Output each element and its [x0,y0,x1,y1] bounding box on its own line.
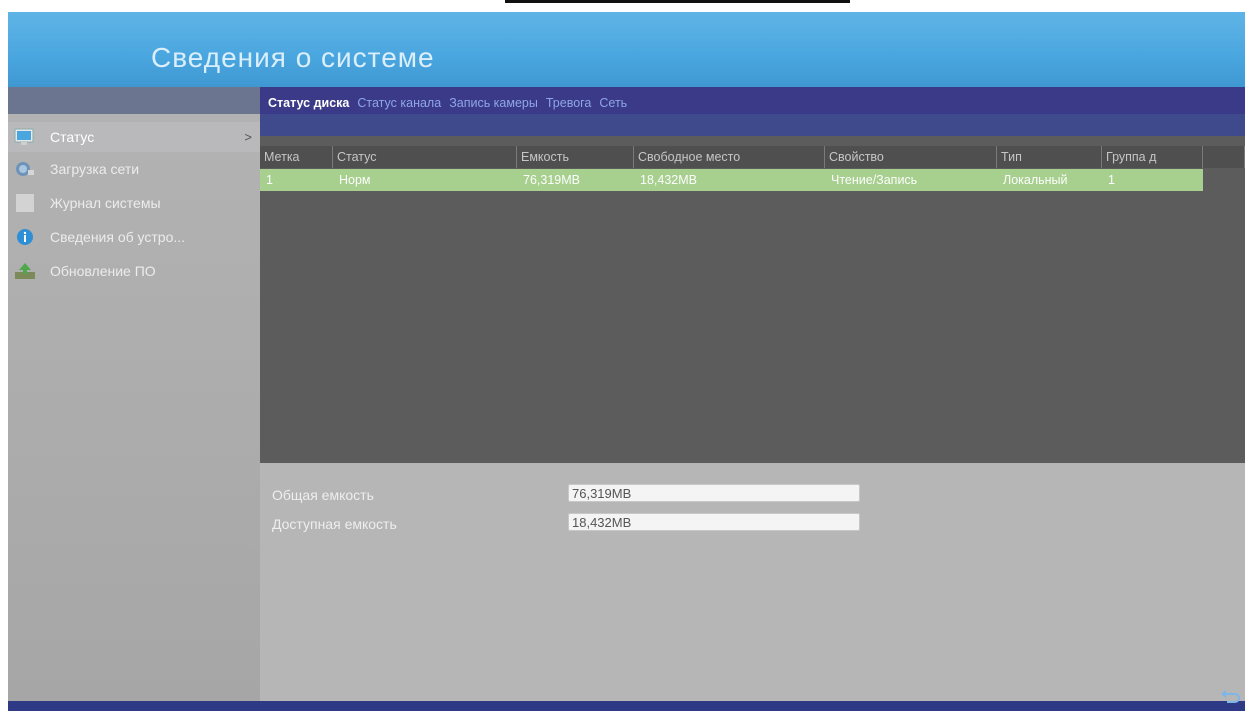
tab-disk-status[interactable]: Статус диска [264,93,353,114]
column-header-label[interactable]: Метка [260,146,333,168]
sidebar-item-label: Загрузка сети [50,161,140,177]
log-icon [14,194,36,212]
cell-type: Локальный [1003,173,1068,187]
sidebar-item-label: Журнал системы [50,195,161,211]
available-capacity-field: 18,432MB [568,513,860,531]
tab-camera-record[interactable]: Запись камеры [445,93,542,114]
disk-table: Метка Статус Емкость Свободное место Сво… [260,136,1245,463]
available-capacity-label: Доступная емкость [272,516,397,532]
monitor-icon [14,128,36,146]
sidebar-item-label: Статус [50,129,95,145]
sidebar-item-device-info[interactable]: Сведения об устро... [8,220,260,254]
cell-label: 1 [266,173,273,187]
sidebar-top-strip [8,87,260,114]
cell-group: 1 [1108,173,1115,187]
table-header: Метка Статус Емкость Свободное место Сво… [260,146,1245,168]
page-title: Сведения о системе [151,42,435,73]
sidebar: Статус > Загрузка сети Журнал системы Св… [8,87,260,711]
column-header-property[interactable]: Свойство [825,146,997,168]
cell-property: Чтение/Запись [831,173,918,187]
column-header-type[interactable]: Тип [997,146,1102,168]
column-header-status[interactable]: Статус [333,146,517,168]
sidebar-item-network-load[interactable]: Загрузка сети [8,152,260,186]
tab-alarm[interactable]: Тревога [542,93,596,114]
column-header-group[interactable]: Группа д [1102,146,1203,168]
cell-capacity: 76,319MB [523,173,580,187]
sidebar-item-status[interactable]: Статус > [8,122,260,152]
bottom-bar [8,701,1245,711]
sidebar-item-label: Обновление ПО [50,263,156,279]
cell-status: Норм [339,173,371,187]
main-panel: Статус диска Статус канала Запись камеры… [260,87,1245,701]
column-header-capacity[interactable]: Емкость [517,146,634,168]
column-header-spacer [1203,146,1245,168]
dvr-screen: Сведения о системе Статус > Загрузка сет… [8,12,1245,711]
tab-channel-status[interactable]: Статус канала [353,93,445,114]
top-line [505,0,850,3]
network-icon [14,160,36,178]
back-icon[interactable] [1219,688,1241,706]
total-capacity-field: 76,319MB [568,484,860,502]
sidebar-item-system-log[interactable]: Журнал системы [8,186,260,220]
sidebar-item-firmware-update[interactable]: Обновление ПО [8,254,260,288]
tab-subbar [260,114,1245,136]
total-capacity-label: Общая емкость [272,487,374,503]
tab-bar: Статус диска Статус канала Запись камеры… [260,87,1245,114]
tab-network[interactable]: Сеть [595,93,631,114]
upgrade-icon [14,262,36,280]
header: Сведения о системе [8,12,1245,87]
info-icon [14,228,36,246]
sidebar-item-label: Сведения об устро... [50,229,186,245]
column-header-free-space[interactable]: Свободное место [634,146,825,168]
chevron-right-icon: > [244,129,252,145]
cell-free-space: 18,432MB [640,173,697,187]
table-row[interactable]: 1 Норм 76,319MB 18,432MB Чтение/Запись Л… [260,169,1203,191]
